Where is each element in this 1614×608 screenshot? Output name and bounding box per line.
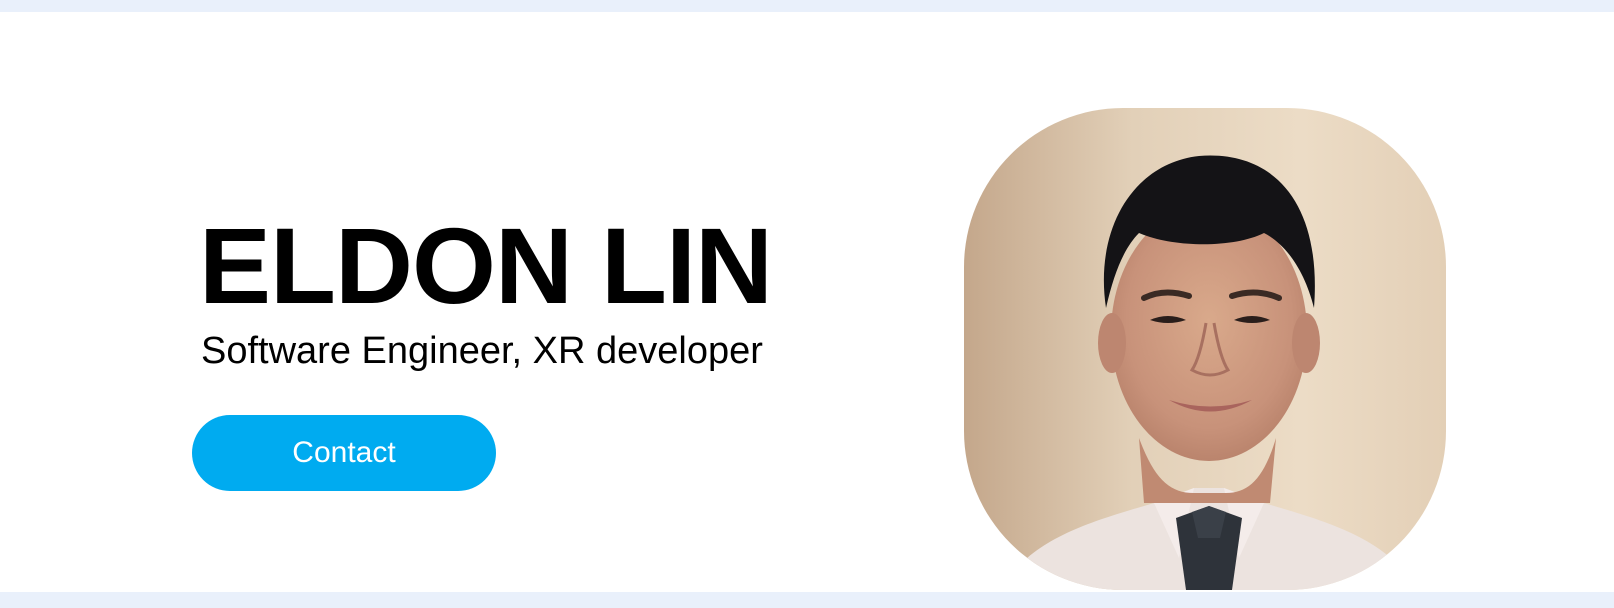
hero-section: ELDON LIN Software Engineer, XR develope…: [0, 12, 1614, 592]
profile-photo: [964, 108, 1446, 590]
hero-role: Software Engineer, XR developer: [201, 330, 763, 372]
hero-name: ELDON LIN: [199, 205, 773, 326]
contact-button[interactable]: Contact: [192, 415, 496, 491]
